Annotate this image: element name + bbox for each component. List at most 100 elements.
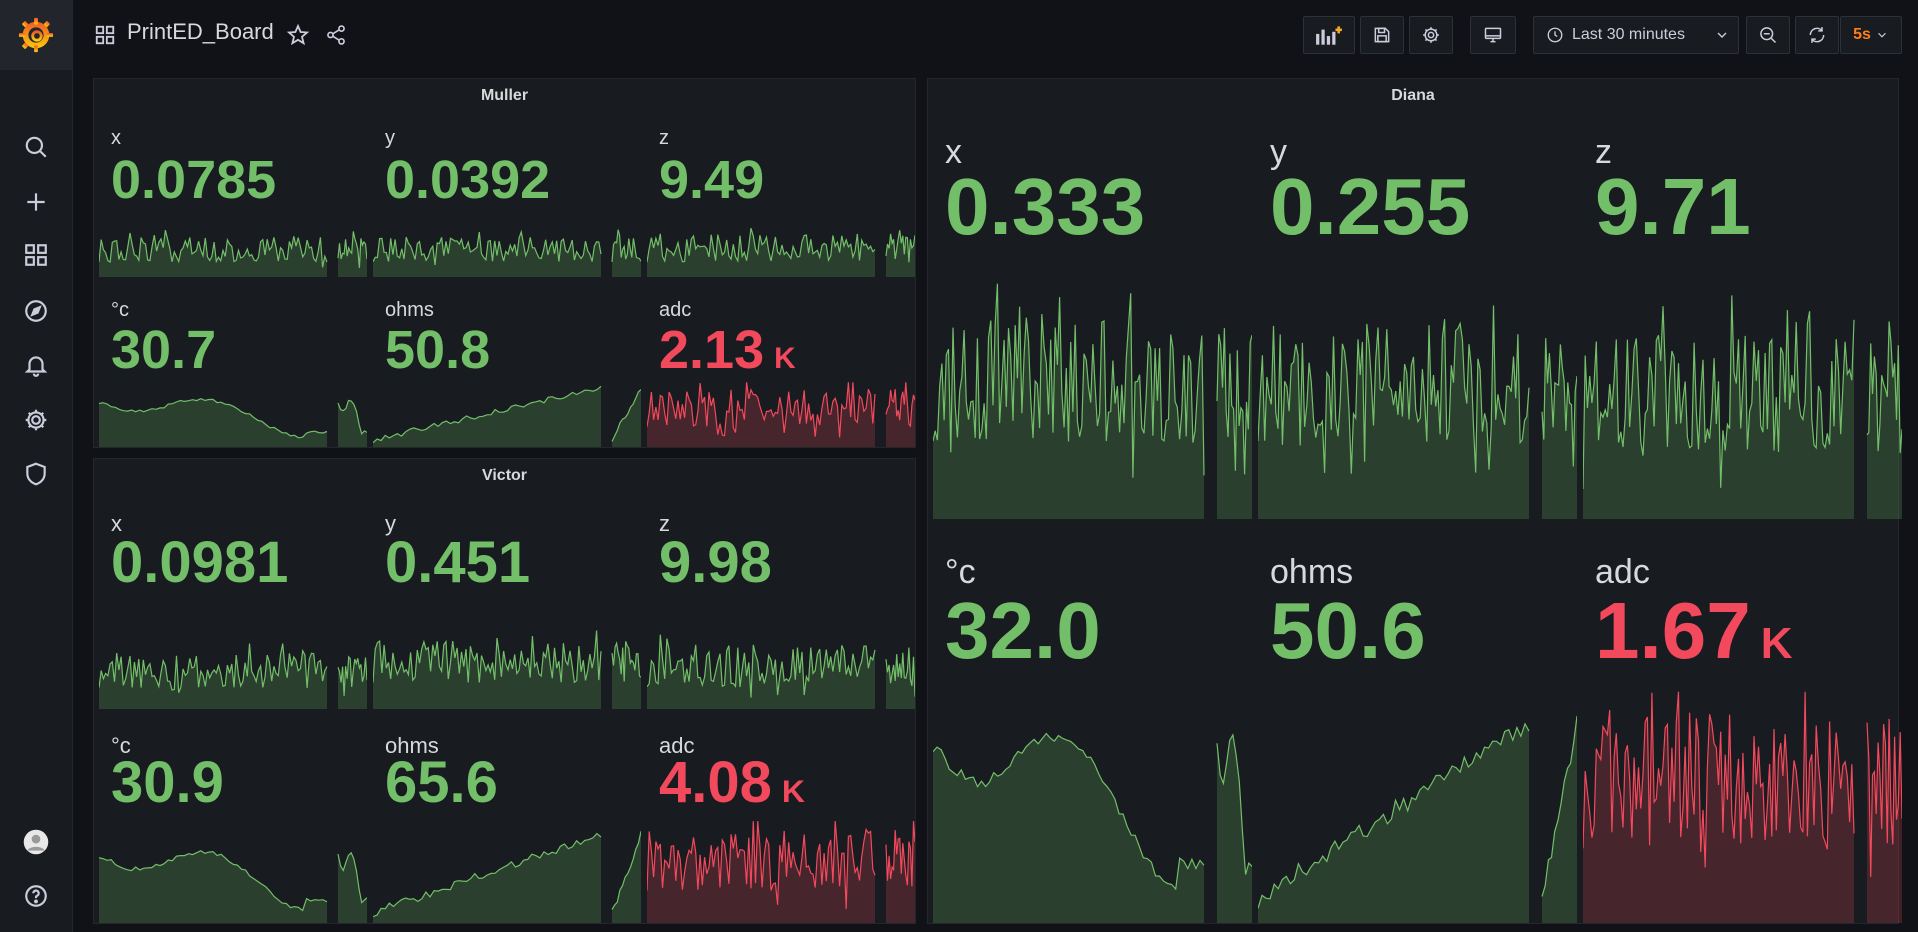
stat-unit: K <box>781 773 805 809</box>
stat-muller-1: y 0.0392 <box>371 105 645 277</box>
refresh-button[interactable] <box>1795 16 1839 54</box>
sparkline <box>99 643 367 709</box>
chevron-down-icon <box>1714 27 1730 43</box>
stat-value: 0.0785 <box>111 149 276 211</box>
stat-number: 1.67 <box>1595 586 1751 675</box>
sparkline-area <box>933 733 1204 923</box>
stat-number: 0.0392 <box>385 150 551 210</box>
time-range-picker[interactable]: Last 30 minutes <box>1533 16 1739 54</box>
sparkline <box>373 630 641 709</box>
stat-value: 50.8 <box>385 319 490 381</box>
compass-icon[interactable] <box>18 293 54 329</box>
stat-value: 50.6 <box>1270 585 1426 677</box>
stat-number: 32.0 <box>945 586 1101 675</box>
stat-victor-4: ohms 65.6 <box>371 709 645 923</box>
stat-diana-3: °c 32.0 <box>931 519 1256 923</box>
stat-number: 0.0785 <box>111 150 277 210</box>
refresh-interval-label: 5s <box>1853 26 1871 43</box>
help-icon[interactable] <box>18 878 54 914</box>
add-panel-button[interactable] <box>1303 16 1355 54</box>
star-icon[interactable] <box>286 23 310 52</box>
panel-title[interactable]: Victor <box>94 467 915 485</box>
sparkline-area <box>373 630 601 709</box>
stat-muller-4: ohms 50.8 <box>371 277 645 447</box>
stat-value: 32.0 <box>945 585 1101 677</box>
stat-victor-5: adc 4.08 K <box>645 709 919 923</box>
stat-number: 65.6 <box>385 750 498 815</box>
sparkline-area <box>338 400 367 447</box>
stat-value: 30.9 <box>111 749 224 816</box>
stat-number: 0.451 <box>385 530 531 595</box>
stat-diana-0: x 0.333 <box>931 105 1256 519</box>
sparkline-area <box>647 228 875 277</box>
stat-muller-2: z 9.49 <box>645 105 919 277</box>
sparkline-area <box>612 641 641 709</box>
stat-value: 2.13 K <box>659 319 796 381</box>
sparkline-area <box>647 634 875 709</box>
sparkline <box>933 283 1252 519</box>
chevron-down-icon <box>1875 28 1889 42</box>
time-range-label: Last 30 minutes <box>1572 26 1685 43</box>
dashboard-settings-button[interactable] <box>1409 16 1453 54</box>
clock-icon <box>1546 26 1564 44</box>
sparkline <box>647 228 915 277</box>
refresh-interval-picker[interactable]: 5s <box>1840 16 1902 54</box>
stat-number: 4.08 <box>659 750 772 815</box>
stat-victor-3: °c 30.9 <box>97 709 371 923</box>
stat-value: 30.7 <box>111 319 216 381</box>
sparkline-area <box>373 386 601 447</box>
stat-value: 9.49 <box>659 149 764 211</box>
panel-title[interactable]: Diana <box>928 87 1898 105</box>
search-icon[interactable] <box>18 129 54 165</box>
stat-value: 0.451 <box>385 529 530 596</box>
stat-diana-4: ohms 50.6 <box>1256 519 1581 923</box>
stat-victor-1: y 0.451 <box>371 499 645 709</box>
stat-value: 9.71 <box>1595 161 1751 253</box>
sparkline-area <box>1542 715 1577 923</box>
stat-number: 0.333 <box>945 162 1146 251</box>
top-navbar: PrintED_Board Last 30 minutes 5s <box>73 0 1918 70</box>
panel-victor: Victor x 0.0981 y 0.451 z 9.98 °c 30.9 ohms 65.6 a… <box>93 458 916 924</box>
tv-mode-button[interactable] <box>1470 16 1516 54</box>
sparkline-area <box>1217 734 1252 923</box>
plus-icon[interactable] <box>18 184 54 220</box>
panel-muller: Muller x 0.0785 y 0.0392 z 9.49 °c 30.7 ohms 50.8… <box>93 78 916 448</box>
sparkline <box>647 821 915 923</box>
panel-title[interactable]: Muller <box>94 87 915 105</box>
dashboard-title[interactable]: PrintED_Board <box>127 19 274 45</box>
stat-value: 4.08 K <box>659 749 805 816</box>
stat-diana-1: y 0.255 <box>1256 105 1581 519</box>
sparkline-area <box>612 229 641 277</box>
stat-value: 0.0392 <box>385 149 550 211</box>
save-dashboard-button[interactable] <box>1360 16 1404 54</box>
stat-number: 2.13 <box>659 320 765 380</box>
sparkline <box>1258 305 1577 519</box>
bell-icon[interactable] <box>18 347 54 383</box>
stat-unit: K <box>1760 619 1793 668</box>
stat-number: 30.9 <box>111 750 224 815</box>
sparkline-area <box>99 398 327 447</box>
stat-number: 9.49 <box>659 150 765 210</box>
stat-value: 0.333 <box>945 161 1145 253</box>
sparkline <box>647 382 915 447</box>
stat-value: 0.255 <box>1270 161 1470 253</box>
sparkline-area <box>1867 321 1902 519</box>
stat-diana-5: adc 1.67 K <box>1581 519 1906 923</box>
zoom-out-button[interactable] <box>1746 16 1790 54</box>
sparkline-area <box>99 850 327 923</box>
grafana-logo-icon[interactable] <box>0 0 72 70</box>
sparkline <box>1583 691 1902 923</box>
stat-value: 9.98 <box>659 529 772 596</box>
gear-icon[interactable] <box>18 402 54 438</box>
shield-icon[interactable] <box>18 456 54 492</box>
stat-number: 50.6 <box>1270 586 1426 675</box>
sparkline <box>373 229 641 277</box>
stat-diana-2: z 9.71 <box>1581 105 1906 519</box>
sparkline-area <box>1258 723 1529 923</box>
sparkline-area <box>612 831 641 923</box>
avatar[interactable] <box>18 824 54 860</box>
share-icon[interactable] <box>325 24 347 51</box>
sparkline <box>99 397 367 447</box>
dashboards-icon[interactable] <box>18 237 54 273</box>
stat-unit: K <box>774 342 796 375</box>
